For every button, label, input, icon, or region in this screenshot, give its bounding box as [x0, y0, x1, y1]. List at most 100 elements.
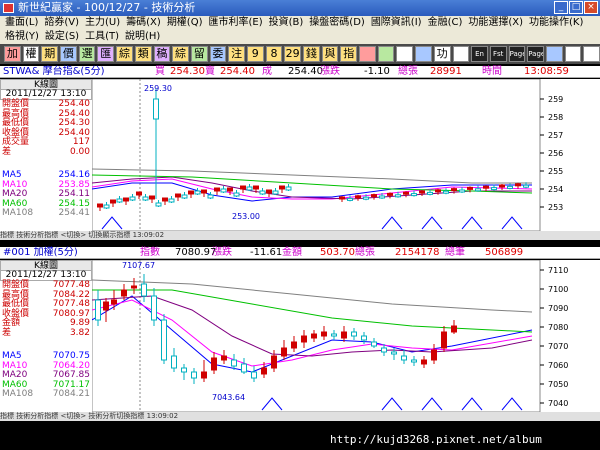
- volume-label: 總張: [398, 66, 418, 77]
- menu-item-2-2[interactable]: 工具(T): [82, 30, 122, 44]
- candle-body: [271, 355, 277, 369]
- candle-body: [285, 186, 292, 191]
- time-value: 13:08:59: [524, 66, 569, 77]
- window-title: 新世紀贏家 - 100/12/27 - 技術分析: [18, 1, 196, 14]
- candle-body: [395, 194, 401, 198]
- index-value: 7080.97: [175, 247, 217, 258]
- toolbar-button-12[interactable]: 注: [228, 46, 245, 62]
- top-status-bar: 指標 技術分析指標 <切換> 切換顯示指標 13:09:02: [0, 231, 600, 240]
- menu-item-2[interactable]: 主力(U): [82, 16, 123, 30]
- toolbar-button-1[interactable]: 權: [22, 46, 40, 62]
- toolbar-button-29[interactable]: [545, 46, 563, 62]
- candle-body: [141, 283, 147, 297]
- toolbar-button-18[interactable]: 指: [340, 46, 358, 62]
- toolbar-button-2[interactable]: 期: [41, 46, 59, 62]
- toolbar-button-8[interactable]: 稿: [153, 46, 171, 62]
- y-tick-label: 7110: [548, 266, 568, 275]
- toolbar-button-4[interactable]: 選: [78, 46, 96, 62]
- menu-item-2-1[interactable]: 設定(S): [42, 30, 82, 44]
- menu-item-2-0[interactable]: 格視(Y): [2, 30, 42, 44]
- y-tick-label: 257: [548, 131, 563, 140]
- bottom-ma-label: MA108: [2, 389, 34, 399]
- toolbar-button-24[interactable]: [452, 46, 470, 62]
- maximize-button[interactable]: □: [569, 1, 583, 14]
- candle-body: [387, 192, 393, 196]
- toolbar-button-3[interactable]: 價: [60, 46, 77, 62]
- toolbar-button-26[interactable]: Fst: [489, 46, 507, 62]
- candle-body: [110, 199, 116, 204]
- toolbar-button-17[interactable]: 與: [321, 46, 339, 62]
- menu-item-10[interactable]: 功能選擇(X): [465, 16, 526, 30]
- candle-body: [361, 335, 367, 341]
- bottom-kline-chart[interactable]: 71107100709070807070706070507040277107.6…: [92, 260, 600, 412]
- toolbar-button-14[interactable]: 8: [265, 46, 283, 62]
- candle-body: [259, 190, 266, 195]
- toolbar-button-15[interactable]: 29: [284, 46, 301, 62]
- candle-body: [95, 299, 101, 321]
- candle-body: [341, 331, 347, 339]
- high-label: 259.30: [144, 84, 172, 93]
- toolbar-button-11[interactable]: 委: [209, 46, 227, 62]
- menu-item-5[interactable]: 匯市利率(E): [206, 16, 266, 30]
- y-tick-label: 7100: [548, 285, 568, 294]
- menu-item-2-3[interactable]: 說明(H): [122, 30, 163, 44]
- y-tick-label: 7090: [548, 304, 568, 313]
- candle-body: [97, 203, 103, 208]
- toolbar-button-27[interactable]: Page: [508, 46, 526, 62]
- top-ma-row: MA108 254.41: [0, 208, 92, 219]
- toolbar-button-16[interactable]: 錢: [303, 46, 320, 62]
- toolbar-button-19[interactable]: [359, 46, 376, 62]
- candle-body: [111, 299, 117, 305]
- toolbar-button-9[interactable]: 綜: [172, 46, 189, 62]
- candle-body: [129, 196, 136, 201]
- menu-bar: 畫面(L) 諮券(V) 主力(U) 籌碼(X) 期權(Q) 匯市利率(E) 投資(B) 操盤密…: [0, 16, 600, 44]
- candle-body: [168, 198, 175, 203]
- y-tick-label: 7060: [548, 361, 568, 370]
- menu-item-8[interactable]: 國際資訊(I): [368, 16, 425, 30]
- toolbar-button-22[interactable]: [415, 46, 432, 62]
- toolbar-button-21[interactable]: [396, 46, 414, 62]
- minimize-button[interactable]: _: [554, 1, 568, 14]
- candle-body: [411, 359, 417, 363]
- close-button[interactable]: ×: [584, 1, 598, 14]
- toolbar-button-6[interactable]: 綜: [116, 46, 133, 62]
- bottom-chart-panel: K線圖 2011/12/27 13:10 開盤價 7077.48 最高價 7084.22 最…: [0, 260, 600, 412]
- toolbar-button-20[interactable]: [377, 46, 395, 62]
- toolbar-button-28[interactable]: Page: [527, 46, 544, 62]
- candle-body: [331, 333, 337, 337]
- toolbar-button-7[interactable]: 類: [134, 46, 152, 62]
- toolbar-button-0[interactable]: 加: [4, 46, 21, 62]
- menu-item-9[interactable]: 金融(C): [425, 16, 466, 30]
- sell-label: 賣: [205, 66, 215, 77]
- candle-body: [227, 187, 233, 192]
- toolbar-button-5[interactable]: 匯: [97, 46, 115, 62]
- y-tick-label: 255: [548, 167, 563, 176]
- candle-body: [459, 189, 465, 193]
- toolbar-button-13[interactable]: 9: [246, 46, 264, 62]
- menu-item-4[interactable]: 期權(Q): [164, 16, 206, 30]
- menu-item-7[interactable]: 操盤密碼(D): [306, 16, 368, 30]
- menu-item-11[interactable]: 功能操作(K): [526, 16, 586, 30]
- candle-body: [391, 351, 397, 355]
- amount-value: 503.70: [320, 247, 355, 258]
- toolbar-button-10[interactable]: 留: [190, 46, 208, 62]
- candle-body: [371, 341, 377, 347]
- buy-price: 254.30: [170, 66, 205, 77]
- sell-price: 254.40: [220, 66, 255, 77]
- candle-body: [221, 355, 227, 361]
- menu-item-1[interactable]: 諮券(V): [41, 16, 82, 30]
- top-kline-chart[interactable]: 25925825725625525425327259.30253.00: [92, 79, 600, 231]
- toolbar-button-30[interactable]: [564, 46, 582, 62]
- volume-label: 總張: [355, 247, 375, 258]
- menu-item-3[interactable]: 籌碼(X): [123, 16, 164, 30]
- toolbar-button-31[interactable]: [583, 46, 600, 62]
- menu-item-6[interactable]: 投資(B): [266, 16, 307, 30]
- menu-item-0[interactable]: 畫面(L): [2, 16, 41, 30]
- candle-body: [241, 363, 247, 373]
- toolbar-button-25[interactable]: En: [471, 46, 488, 62]
- high-label: 7107.67: [122, 261, 155, 270]
- toolbar-button-23[interactable]: 功: [433, 46, 451, 62]
- candle-body: [181, 194, 188, 199]
- y-tick-label: 254: [548, 185, 563, 194]
- candle-body: [371, 194, 377, 198]
